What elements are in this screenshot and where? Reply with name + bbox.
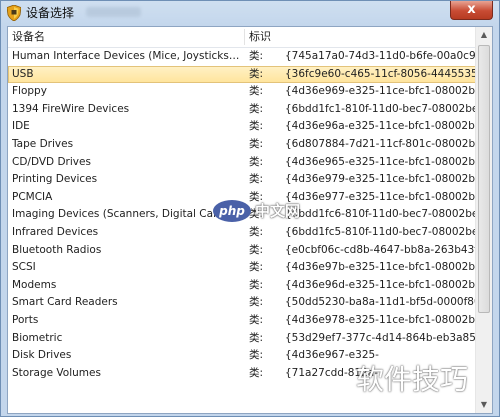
device-class-label: 类: <box>249 173 264 186</box>
list-item[interactable]: Human Interface Devices (Mice, Joysticks… <box>8 48 478 66</box>
device-guid: {745a17a0-74d3-11d0-b6fe-00a0c90f57da} <box>285 50 475 62</box>
device-name: IDE <box>12 120 30 133</box>
device-class-label: 类: <box>249 102 264 115</box>
device-name: SCSI <box>12 261 36 274</box>
list-item[interactable]: Modems 类: {4d36e96d-e325-11ce-bfc1-08002be… <box>8 277 478 295</box>
device-guid: {4d36e96a-e325-11ce-bfc1-08002be10318} <box>285 120 475 133</box>
column-header-device-name[interactable]: 设备名 <box>12 30 45 44</box>
device-name: Storage Volumes <box>12 366 101 379</box>
device-guid: {36fc9e60-c465-11cf-8056-444553540000} <box>285 67 475 80</box>
list-item[interactable]: Infrared Devices 类: {6bdd1fc5-810f-11d0-be… <box>8 224 478 242</box>
list-item[interactable]: Smart Card Readers 类: {50dd5230-ba8a-11d1-… <box>8 294 478 312</box>
device-name: Floppy <box>12 85 47 98</box>
list-item[interactable]: CD/DVD Drives 类: {4d36e965-e325-11ce-bfc1-… <box>8 154 478 172</box>
list-item[interactable]: Bluetooth Radios 类: {e0cbf06c-cd8b-4647-bb… <box>8 242 478 260</box>
device-guid: {4d36e96d-e325-11ce-bfc1-08002be10318} <box>285 278 475 291</box>
device-guid: {e0cbf06c-cd8b-4647-bb8a-263b43f0f974} <box>285 243 475 256</box>
device-class-label: 类: <box>249 331 264 344</box>
device-class-label: 类: <box>249 243 264 256</box>
device-guid: {6bdd1fc5-810f-11d0-bec7-08002be2092f} <box>285 225 475 238</box>
device-name: 1394 FireWire Devices <box>12 102 130 115</box>
device-class-label: 类: <box>249 366 264 379</box>
device-class-label: 类: <box>249 85 264 98</box>
arrow-up-icon[interactable]: ▲ <box>476 27 492 43</box>
device-guid: {4d36e965-e325-11ce-bfc1-08002be10318} <box>285 155 475 168</box>
device-name: Biometric <box>12 331 63 344</box>
device-name: Modems <box>12 278 57 291</box>
device-name: USB <box>12 67 34 80</box>
device-guid: {4d36e97b-e325-11ce-bfc1-08002be10318} <box>285 261 475 274</box>
list-item[interactable]: Biometric 类: {53d29ef7-377c-4d14-864b-eb3a… <box>8 330 478 348</box>
list-item[interactable]: Tape Drives 类: {6d807884-7d21-11cf-801c-08… <box>8 136 478 154</box>
device-guid: {4d36e977-e325-11ce-bfc1-08002be10318} <box>285 190 475 203</box>
column-header-identifier[interactable]: 标识 <box>249 30 271 44</box>
arrow-down-icon[interactable]: ▼ <box>476 397 492 413</box>
device-select-window: 设备选择 x 设备名 标识 Human Interface Devices (M… <box>0 0 500 417</box>
list-item[interactable]: USB 类: {36fc9e60-c465-11cf-8056-4445535400… <box>8 65 478 84</box>
device-class-label: 类: <box>249 225 264 238</box>
device-guid: {6bdd1fc6-810f-11d0-bec7-08002be2092f} <box>285 208 475 221</box>
device-guid: {6bdd1fc1-810f-11d0-bec7-08002be2092f} <box>285 102 475 115</box>
list-item[interactable]: Ports 类: {4d36e978-e325-11ce-bfc1-08002be1… <box>8 312 478 330</box>
device-guid: {4d36e967-e325- <box>285 349 379 362</box>
device-name: Disk Drives <box>12 349 72 362</box>
device-name: CD/DVD Drives <box>12 155 91 168</box>
device-class-label: 类: <box>249 278 264 291</box>
device-name: Imaging Devices (Scanners, Digital Camer… <box>12 208 242 221</box>
device-guid: {6d807884-7d21-11cf-801c-08002be10318} <box>285 137 475 150</box>
close-button[interactable]: x <box>450 1 493 20</box>
device-class-label: 类: <box>249 261 264 274</box>
device-class-label: 类: <box>249 137 264 150</box>
device-list: 设备名 标识 Human Interface Devices (Mice, Jo… <box>7 26 493 414</box>
device-guid: {53d29ef7-377c-4d14-864b-eb3a85769359} <box>285 331 475 344</box>
window-title: 设备选择 <box>26 6 75 20</box>
device-guid: {4d36e978-e325-11ce-bfc1-08002be10318} <box>285 313 475 326</box>
vertical-scrollbar[interactable]: ▲ ▼ <box>475 27 492 413</box>
device-class-label: 类: <box>249 67 264 80</box>
device-guid: {4d36e979-e325-11ce-bfc1-08002be10318} <box>285 173 475 186</box>
php-logo: php <box>213 200 251 222</box>
device-name: Infrared Devices <box>12 225 99 238</box>
scrollbar-thumb[interactable] <box>478 45 490 313</box>
list-item[interactable]: IDE 类: {4d36e96a-e325-11ce-bfc1-08002be103… <box>8 118 478 136</box>
device-class-label: 类: <box>249 296 264 309</box>
list-header: 设备名 标识 <box>8 27 478 48</box>
list-item[interactable]: 1394 FireWire Devices 类: {6bdd1fc1-810f-11… <box>8 101 478 119</box>
device-class-label: 类: <box>249 120 264 133</box>
title-bar[interactable]: 设备选择 x <box>1 1 499 25</box>
list-item[interactable]: Printing Devices 类: {4d36e979-e325-11ce-bf… <box>8 171 478 189</box>
device-class-label: 类: <box>249 155 264 168</box>
device-name: Ports <box>12 313 39 326</box>
corner-watermark: 软件技巧 <box>356 363 469 396</box>
device-name: Smart Card Readers <box>12 296 118 309</box>
device-name: Bluetooth Radios <box>12 243 102 256</box>
device-class-label: 类: <box>249 349 264 362</box>
device-name: Printing Devices <box>12 173 98 186</box>
shield-icon <box>6 4 22 22</box>
blurred-title-text <box>86 7 141 17</box>
list-item[interactable]: Floppy 类: {4d36e969-e325-11ce-bfc1-08002be… <box>8 83 478 101</box>
device-guid: {50dd5230-ba8a-11d1-bf5d-0000f805f530} <box>285 296 475 309</box>
device-class-label: 类: <box>249 50 264 62</box>
php-watermark-text: 中文网 <box>255 202 301 220</box>
device-guid: {4d36e969-e325-11ce-bfc1-08002be10318} <box>285 85 475 98</box>
device-class-label: 类: <box>249 313 264 326</box>
column-divider[interactable] <box>244 29 245 45</box>
list-item[interactable]: SCSI 类: {4d36e97b-e325-11ce-bfc1-08002be10… <box>8 259 478 277</box>
device-name: Tape Drives <box>12 137 74 150</box>
device-name: PCMCIA <box>12 190 53 203</box>
device-name: Human Interface Devices (Mice, Joysticks… <box>12 50 242 62</box>
